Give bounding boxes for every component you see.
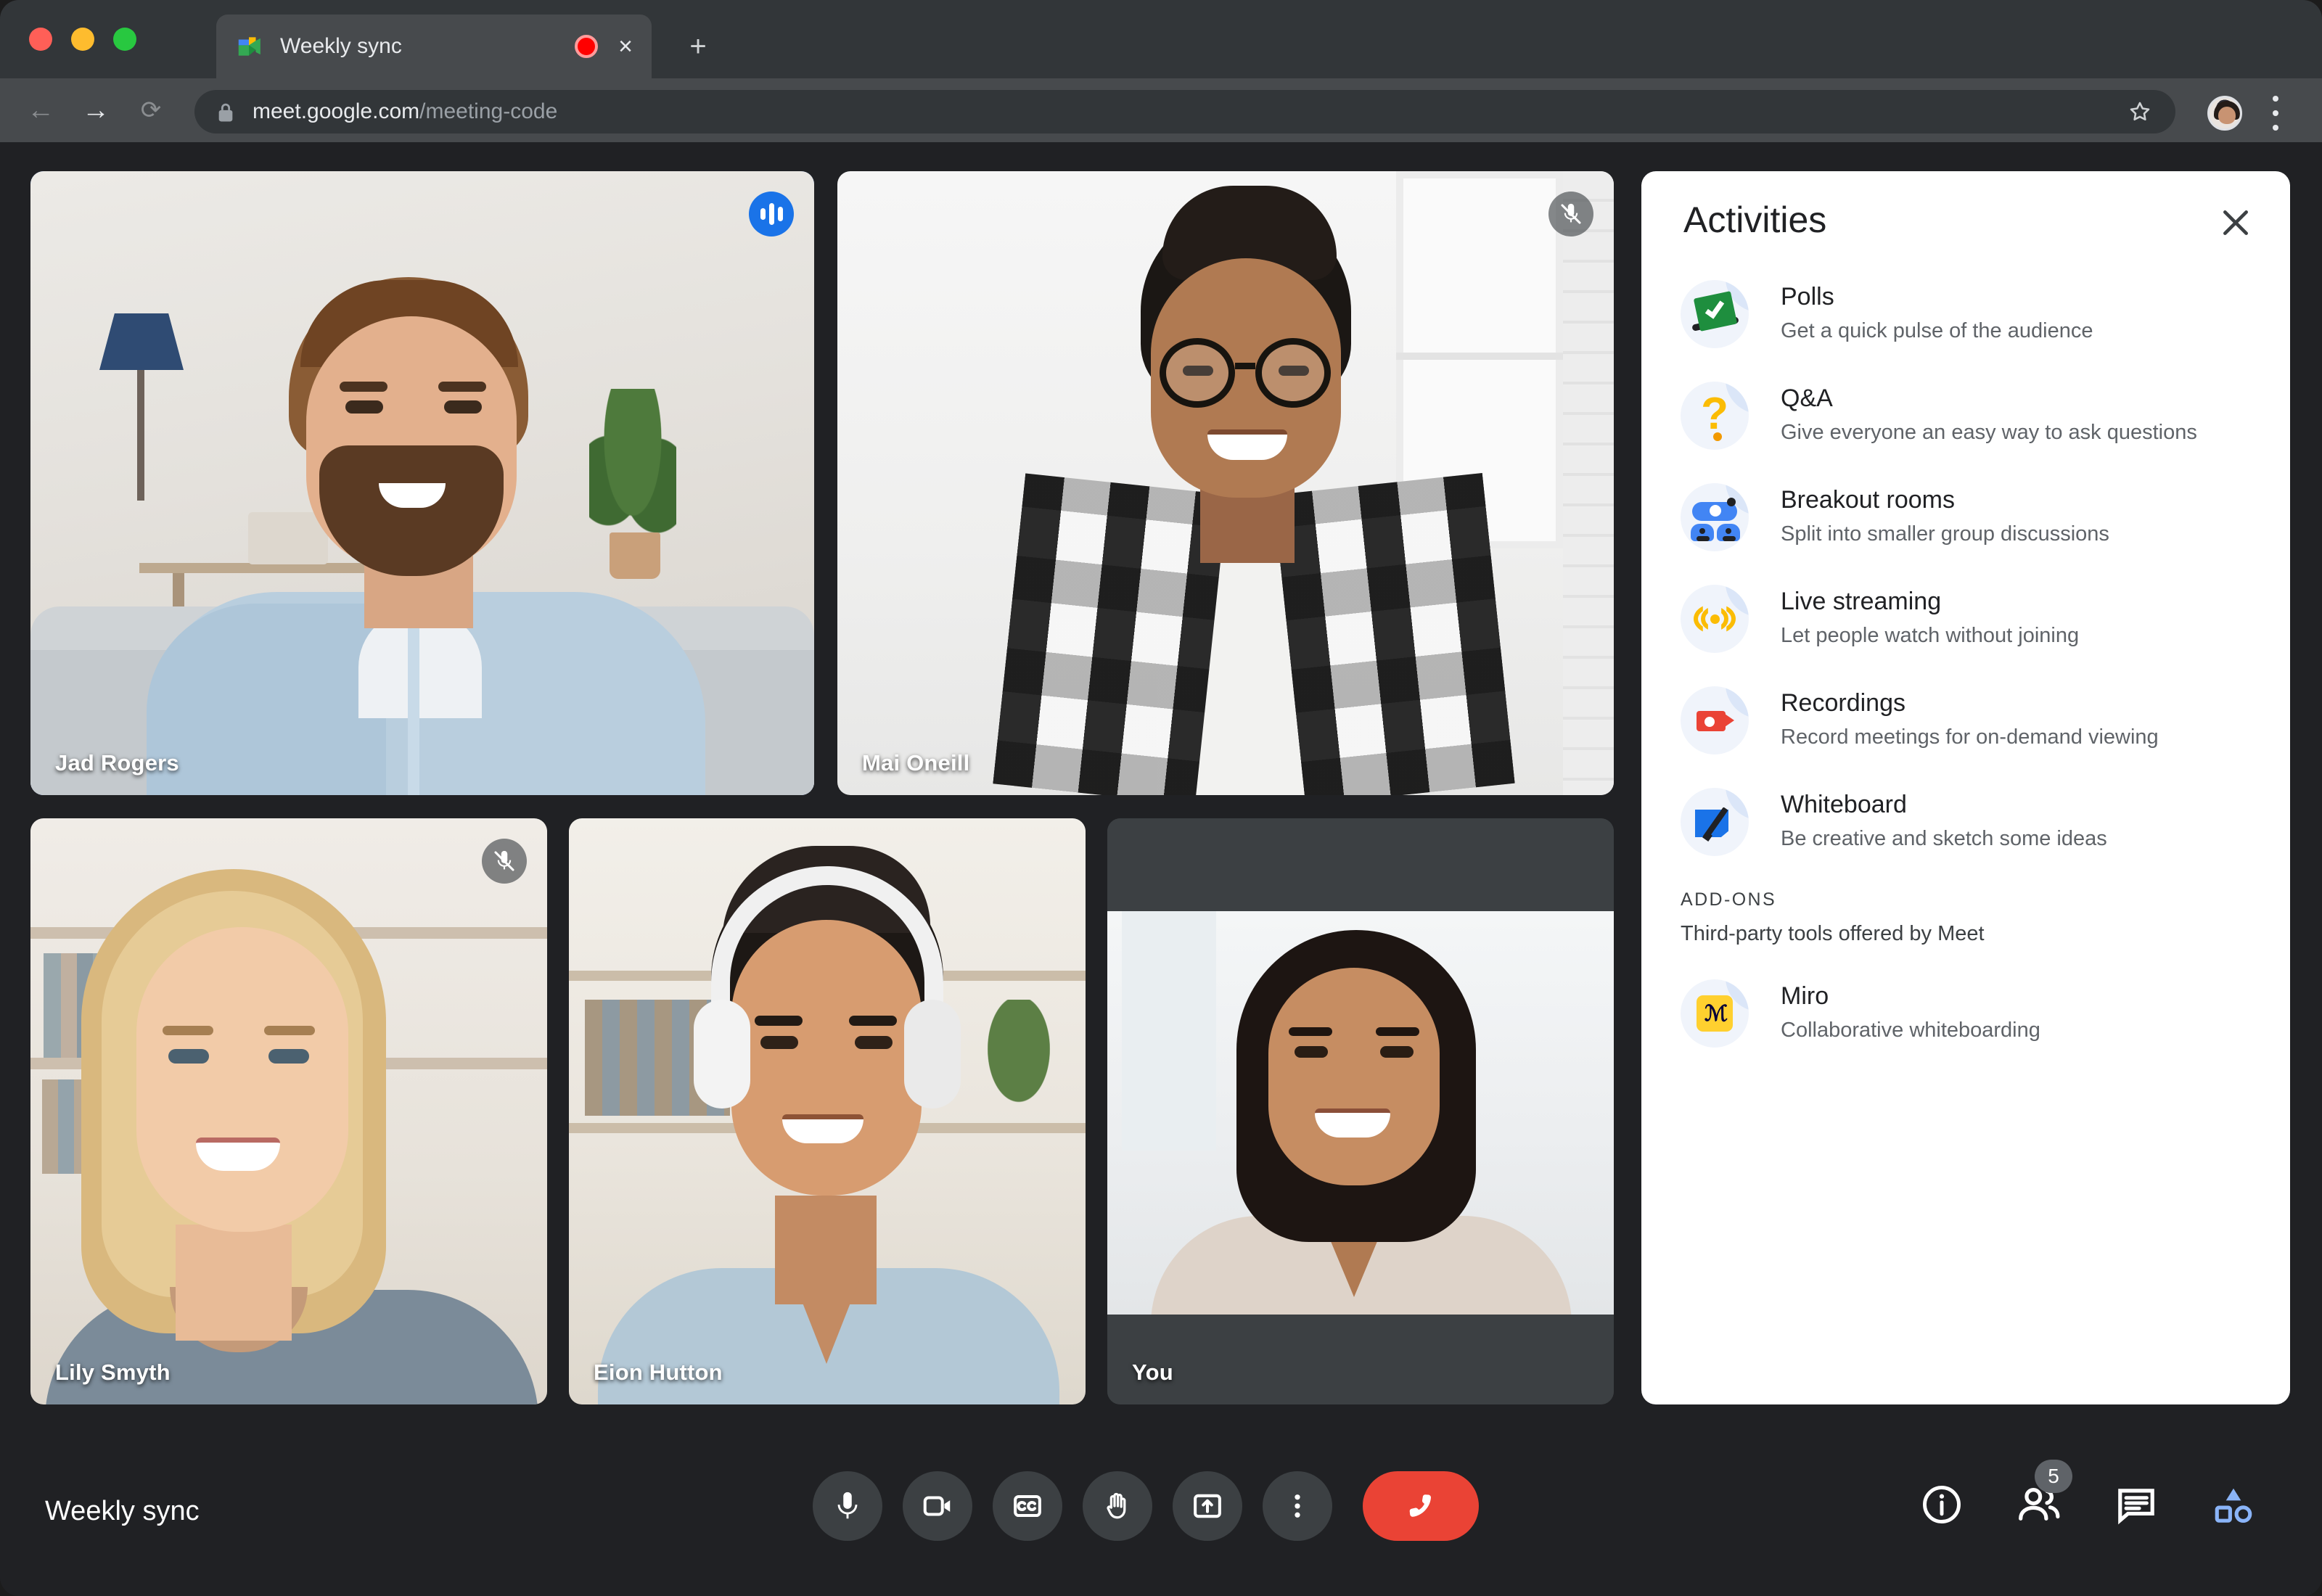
activity-item-live-streaming[interactable]: Live streaming Let people watch without … bbox=[1641, 585, 2290, 654]
participant-tile-mai-oneill[interactable]: Mai Oneill bbox=[837, 171, 1614, 795]
participant-name-label: Mai Oneill bbox=[862, 750, 970, 776]
url-text: meet.google.com/meeting-code bbox=[253, 99, 557, 124]
participant-video-lily-smyth bbox=[30, 818, 547, 1404]
participant-tile-you[interactable]: You bbox=[1107, 818, 1614, 1404]
avatar-face bbox=[2218, 107, 2236, 124]
people-count-badge: 5 bbox=[2035, 1460, 2072, 1493]
address-bar[interactable]: meet.google.com/meeting-code bbox=[194, 90, 2175, 133]
activity-title: Breakout rooms bbox=[1781, 486, 1955, 514]
activity-item-qa[interactable]: ? Q&A Give everyone an easy way to ask q… bbox=[1641, 382, 2290, 451]
back-arrow-icon[interactable]: ← bbox=[23, 93, 58, 128]
activity-item-whiteboard[interactable]: Whiteboard Be creative and sketch some i… bbox=[1641, 788, 2290, 857]
participant-video-jad-rogers bbox=[30, 171, 814, 795]
camera-button[interactable] bbox=[903, 1471, 972, 1541]
activity-subtitle: Split into smaller group discussions bbox=[1781, 522, 2109, 546]
participant-video-eion-hutton bbox=[569, 818, 1086, 1404]
recordings-icon bbox=[1681, 686, 1749, 754]
browser-navigation-bar: ← → ⟳ meet.google.com/meeting-code bbox=[0, 78, 2322, 142]
forward-arrow-icon[interactable]: → bbox=[78, 93, 113, 128]
self-view-video bbox=[1107, 911, 1614, 1315]
more-options-button[interactable] bbox=[1263, 1471, 1332, 1541]
activity-item-miro[interactable]: ℳ Miro Collaborative whiteboarding bbox=[1641, 979, 2290, 1049]
present-screen-button[interactable] bbox=[1173, 1471, 1242, 1541]
live-streaming-icon bbox=[1681, 585, 1749, 653]
addons-section-header: ADD-ONS Third-party tools offered by Mee… bbox=[1641, 889, 2290, 946]
meeting-title: Weekly sync bbox=[45, 1496, 200, 1526]
addons-subtitle: Third-party tools offered by Meet bbox=[1681, 922, 1985, 945]
people-button[interactable]: 5 bbox=[2013, 1460, 2072, 1531]
participant-name-label: You bbox=[1132, 1360, 1173, 1385]
video-grid: Jad Rogers Mai Oneill Lily Smyth Eion Hu… bbox=[30, 171, 1614, 1404]
participant-name-label: Jad Rogers bbox=[55, 750, 179, 776]
activity-subtitle: Get a quick pulse of the audience bbox=[1781, 319, 2093, 343]
activity-subtitle: Give everyone an easy way to ask questio… bbox=[1781, 421, 2197, 445]
microphone-button[interactable] bbox=[813, 1471, 882, 1541]
meeting-details-button[interactable] bbox=[1916, 1478, 1968, 1531]
url-domain: meet.google.com bbox=[253, 99, 420, 123]
chat-button[interactable] bbox=[2110, 1478, 2162, 1531]
participant-tile-lily-smyth[interactable]: Lily Smyth bbox=[30, 818, 547, 1404]
browser-window: Weekly sync × + ← → ⟳ meet.google.com/me… bbox=[0, 0, 2322, 1596]
leave-call-button[interactable] bbox=[1363, 1471, 1479, 1541]
question-mark-icon: ? bbox=[1681, 382, 1749, 450]
participant-name-label: Lily Smyth bbox=[55, 1360, 171, 1385]
meeting-controls bbox=[813, 1471, 1479, 1541]
activities-panel: Activities Polls Get a quick pulse of th… bbox=[1641, 171, 2290, 1404]
participant-video-mai-oneill bbox=[837, 171, 1614, 795]
lock-icon bbox=[218, 102, 234, 122]
activity-subtitle: Record meetings for on-demand viewing bbox=[1781, 725, 2159, 749]
window-traffic-lights bbox=[29, 28, 136, 51]
maximize-window-button[interactable] bbox=[113, 28, 136, 51]
activities-button[interactable] bbox=[2207, 1478, 2260, 1531]
speaking-indicator-icon bbox=[749, 192, 794, 236]
participant-tile-eion-hutton[interactable]: Eion Hutton bbox=[569, 818, 1086, 1404]
activity-item-breakout-rooms[interactable]: Breakout rooms Split into smaller group … bbox=[1641, 483, 2290, 553]
captions-button[interactable] bbox=[993, 1471, 1062, 1541]
activity-title: Whiteboard bbox=[1781, 791, 1907, 818]
url-path: /meeting-code bbox=[419, 99, 558, 123]
chrome-menu-icon[interactable] bbox=[2270, 96, 2281, 131]
activities-list: Polls Get a quick pulse of the audience … bbox=[1641, 280, 2290, 1081]
activities-panel-header: Activities bbox=[1641, 171, 2290, 273]
reload-icon[interactable]: ⟳ bbox=[134, 93, 168, 128]
tab-strip: Weekly sync × + bbox=[0, 0, 2322, 78]
addons-label: ADD-ONS bbox=[1681, 889, 1777, 910]
meet-app: Jad Rogers Mai Oneill Lily Smyth Eion Hu… bbox=[0, 142, 2322, 1596]
raise-hand-button[interactable] bbox=[1083, 1471, 1152, 1541]
browser-tab[interactable]: Weekly sync × bbox=[216, 15, 652, 78]
new-tab-button[interactable]: + bbox=[682, 32, 714, 64]
addons-list: ℳ Miro Collaborative whiteboarding bbox=[1641, 979, 2290, 1049]
whiteboard-icon bbox=[1681, 788, 1749, 856]
muted-mic-icon bbox=[1548, 192, 1593, 236]
activity-title: Recordings bbox=[1781, 689, 1905, 717]
participant-tile-jad-rogers[interactable]: Jad Rogers bbox=[30, 171, 814, 795]
participant-name-label: Eion Hutton bbox=[594, 1360, 723, 1385]
meeting-right-controls: 5 bbox=[1916, 1460, 2260, 1531]
star-icon[interactable] bbox=[2128, 99, 2152, 124]
google-meet-favicon bbox=[235, 33, 263, 60]
activity-item-recordings[interactable]: Recordings Record meetings for on-demand… bbox=[1641, 686, 2290, 756]
activity-subtitle: Be creative and sketch some ideas bbox=[1781, 827, 2107, 851]
recording-dot-icon bbox=[575, 35, 599, 58]
activity-subtitle: Collaborative whiteboarding bbox=[1781, 1019, 2040, 1042]
minimize-window-button[interactable] bbox=[71, 28, 94, 51]
breakout-rooms-icon bbox=[1681, 483, 1749, 551]
activity-subtitle: Let people watch without joining bbox=[1781, 624, 2080, 648]
close-tab-icon[interactable]: × bbox=[618, 34, 633, 59]
meeting-bottom-bar: Weekly sync 5 bbox=[0, 1433, 2322, 1596]
tab-title: Weekly sync bbox=[280, 34, 402, 58]
close-window-button[interactable] bbox=[29, 28, 52, 51]
profile-avatar[interactable] bbox=[2207, 96, 2242, 131]
polls-icon bbox=[1681, 280, 1749, 348]
activity-title: Q&A bbox=[1781, 384, 1833, 412]
miro-icon: ℳ bbox=[1681, 979, 1749, 1048]
activity-item-polls[interactable]: Polls Get a quick pulse of the audience bbox=[1641, 280, 2290, 350]
muted-mic-icon bbox=[482, 839, 527, 884]
close-icon[interactable] bbox=[2216, 203, 2255, 242]
activity-title: Miro bbox=[1781, 982, 1829, 1010]
panel-title: Activities bbox=[1683, 200, 1827, 240]
activity-title: Polls bbox=[1781, 283, 1834, 310]
activity-title: Live streaming bbox=[1781, 588, 1942, 615]
